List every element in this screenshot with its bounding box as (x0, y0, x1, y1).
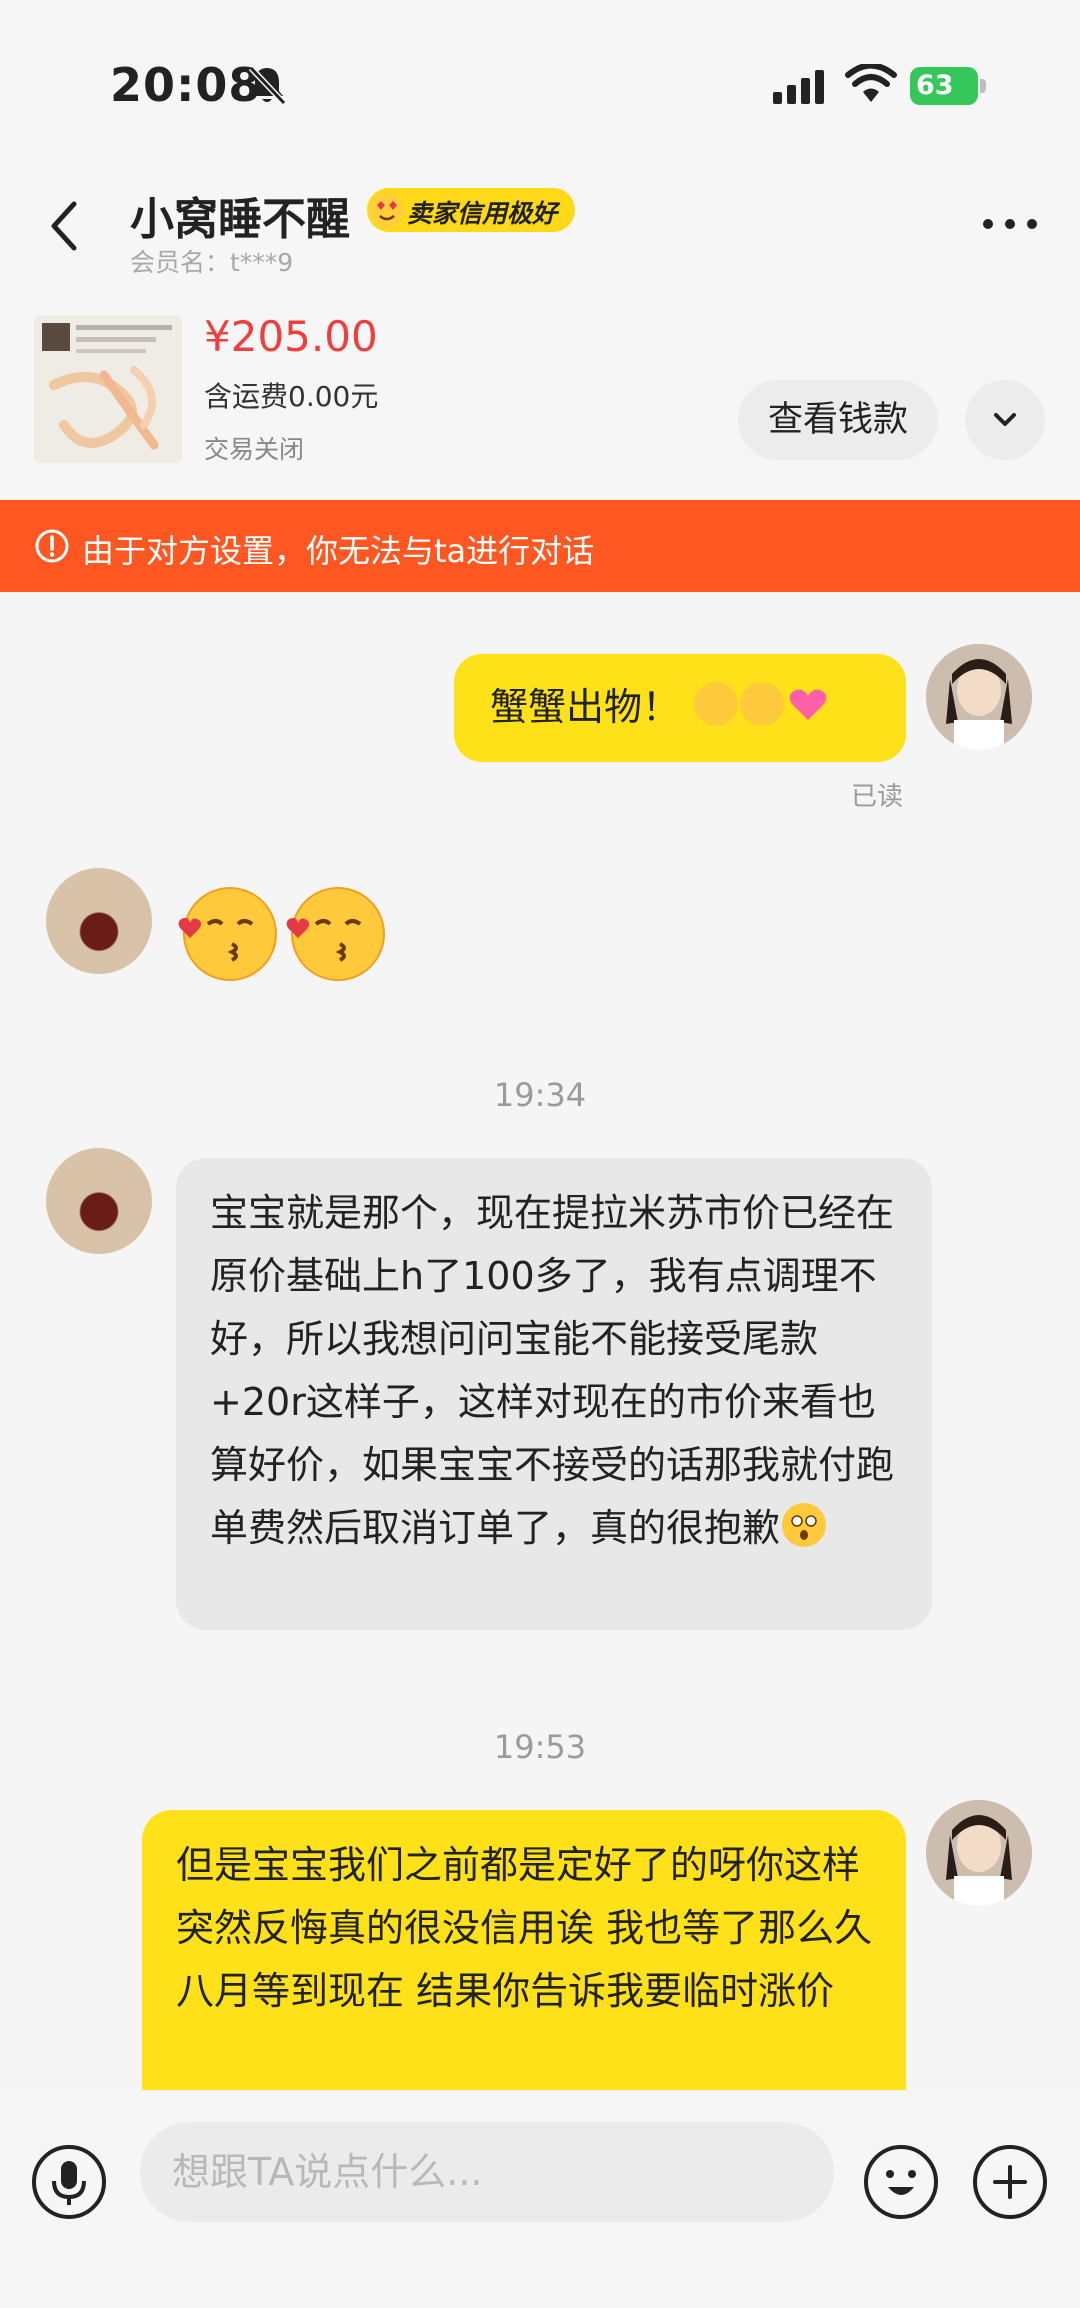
cellular-signal-icon (773, 70, 824, 104)
order-status: 交易关闭 (204, 435, 305, 464)
battery-level: 63 (910, 67, 978, 105)
alert-circle-icon (35, 529, 69, 563)
battery-icon: 63 (910, 67, 986, 105)
seller-avatar[interactable] (46, 1148, 152, 1254)
message-text: 宝宝就是那个，现在提拉米苏市价已经在原价基础上h了100多了，我有点调理不好，所… (210, 1191, 895, 1550)
chat-restricted-banner: 由于对方设置，你无法与ta进行对话 (0, 500, 1080, 592)
credit-badge-label: 卖家信用极好 (407, 199, 558, 228)
status-time: 20:08 (110, 58, 262, 112)
message-input-bar (0, 2090, 1080, 2308)
message-bubble-received[interactable]: 宝宝就是那个，现在提拉米苏市价已经在原价基础上h了100多了，我有点调理不好，所… (176, 1158, 932, 1630)
message-bubble-sent[interactable]: 但是宝宝我们之前都是定好了的呀你这样突然反悔真的很没信用诶 我也等了那么久 八月… (142, 1810, 906, 2090)
credit-badge[interactable]: 卖家信用极好 (367, 188, 575, 232)
status-bar: 20:08 63 (0, 0, 1080, 160)
message-timestamp: 19:53 (493, 1728, 587, 1766)
seller-nickname[interactable]: 小窝睡不醒 (130, 183, 350, 247)
product-thumbnail[interactable] (34, 315, 182, 463)
message-text: 但是宝宝我们之前都是定好了的呀你这样突然反悔真的很没信用诶 我也等了那么久 八月… (176, 1843, 873, 2013)
seller-avatar[interactable] (46, 868, 152, 974)
kiss-emoji-icon (286, 887, 385, 981)
message-timestamp: 19:34 (493, 1076, 587, 1114)
message-text: 蟹蟹出物！ (490, 685, 681, 729)
kiss-emoji-icon (740, 682, 785, 726)
chevron-down-icon (994, 413, 1016, 426)
read-receipt: 已读 (851, 782, 904, 812)
emoji-picker-icon[interactable] (862, 2143, 940, 2221)
add-attachment-icon[interactable] (971, 2143, 1049, 2221)
more-options-icon[interactable] (980, 214, 1040, 234)
order-price: ¥205.00 (204, 312, 378, 361)
banner-text: 由于对方设置，你无法与ta进行对话 (82, 532, 595, 570)
flushed-emoji-icon (782, 1503, 827, 1547)
message-bubble-sent[interactable]: 蟹蟹出物！ (454, 654, 906, 762)
heart-eyes-emoji-icon (370, 193, 404, 227)
voice-input-icon[interactable] (30, 2143, 108, 2221)
chat-messages[interactable]: 蟹蟹出物！ 已读 19:34 宝宝就是那个，现在提拉米苏市价已经在原价基础上h了… (0, 592, 1080, 2090)
back-arrow-icon[interactable] (44, 198, 84, 254)
kiss-emoji-icon (178, 887, 277, 981)
message-input[interactable] (140, 2122, 834, 2222)
my-avatar[interactable] (926, 644, 1032, 750)
check-payment-button[interactable]: 查看钱款 (738, 380, 938, 460)
my-avatar[interactable] (926, 1800, 1032, 1906)
expand-button[interactable] (965, 380, 1045, 460)
shipping-fee: 含运费0.00元 (204, 380, 379, 413)
member-name: 会员名：t***9 (130, 248, 294, 277)
kiss-emoji-icon (694, 682, 739, 726)
bell-muted-icon (248, 65, 287, 106)
wifi-icon (845, 64, 897, 102)
heart-emoji-icon (786, 682, 830, 726)
